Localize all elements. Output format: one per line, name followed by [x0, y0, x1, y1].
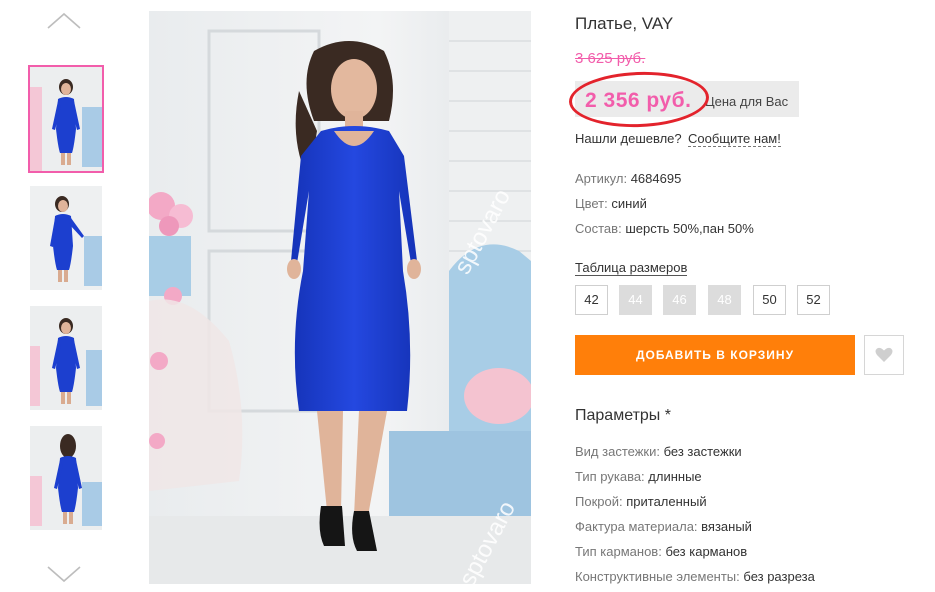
thumbnail-3[interactable] — [30, 306, 102, 410]
thumbnail-gallery — [26, 0, 106, 592]
param-cut: Покрой: приталенный — [575, 494, 707, 509]
heart-icon — [875, 347, 893, 362]
param-construction-value: без разреза — [743, 569, 815, 584]
param-fastener: Вид застежки: без застежки — [575, 444, 742, 459]
prop-color-key: Цвет: — [575, 196, 608, 211]
main-product-photo[interactable]: sptovaro sptovaro — [149, 11, 531, 584]
prop-composition: Состав: шерсть 50%,пан 50% — [575, 221, 754, 236]
param-fastener-value: без застежки — [663, 444, 742, 459]
param-pockets-key: Тип карманов: — [575, 544, 662, 559]
param-sleeve: Тип рукава: длинные — [575, 469, 702, 484]
prop-article-value: 4684695 — [630, 171, 682, 186]
param-fastener-key: Вид застежки: — [575, 444, 660, 459]
prop-article: Артикул: 4684695 — [575, 171, 681, 186]
param-cut-value: приталенный — [626, 494, 707, 509]
size-option-42[interactable]: 42 — [575, 285, 608, 315]
prop-color: Цвет: синий — [575, 196, 647, 211]
wishlist-button[interactable] — [864, 335, 904, 375]
prop-color-value: синий — [611, 196, 647, 211]
size-option-50[interactable]: 50 — [753, 285, 786, 315]
chevron-up-icon[interactable] — [46, 8, 82, 32]
param-cut-key: Покрой: — [575, 494, 623, 509]
size-table-link[interactable]: Таблица размеров — [575, 260, 688, 276]
prop-composition-key: Состав: — [575, 221, 622, 236]
param-texture: Фактура материала: вязаный — [575, 519, 752, 534]
prop-article-key: Артикул: — [575, 171, 628, 186]
add-to-cart-button[interactable]: ДОБАВИТЬ В КОРЗИНУ — [575, 335, 855, 375]
thumbnail-2[interactable] — [30, 186, 102, 290]
thumbnail-1[interactable] — [28, 65, 104, 173]
size-option-52[interactable]: 52 — [797, 285, 830, 315]
param-pockets: Тип карманов: без карманов — [575, 544, 747, 559]
report-cheaper-link[interactable]: Сообщите нам! — [688, 131, 781, 147]
param-texture-value: вязаный — [701, 519, 752, 534]
old-price: 3 625 руб. — [575, 50, 646, 67]
params-title: Параметры * — [575, 407, 671, 424]
chevron-down-icon[interactable] — [46, 563, 82, 587]
thumbnail-4[interactable] — [30, 426, 102, 530]
param-texture-key: Фактура материала: — [575, 519, 698, 534]
found-cheaper-question: Нашли дешевле? — [575, 131, 682, 146]
product-title: Платье, VAY — [575, 14, 674, 33]
price-note: Цена для Вас — [705, 94, 789, 109]
size-option-48: 48 — [708, 285, 741, 315]
current-price: 2 356 руб. — [585, 89, 692, 112]
size-option-46: 46 — [663, 285, 696, 315]
param-pockets-value: без карманов — [665, 544, 748, 559]
param-construction: Конструктивные элементы: без разреза — [575, 569, 815, 584]
param-sleeve-key: Тип рукава: — [575, 469, 645, 484]
param-construction-key: Конструктивные элементы: — [575, 569, 740, 584]
prop-composition-value: шерсть 50%,пан 50% — [625, 221, 754, 236]
param-sleeve-value: длинные — [648, 469, 702, 484]
size-option-44: 44 — [619, 285, 652, 315]
